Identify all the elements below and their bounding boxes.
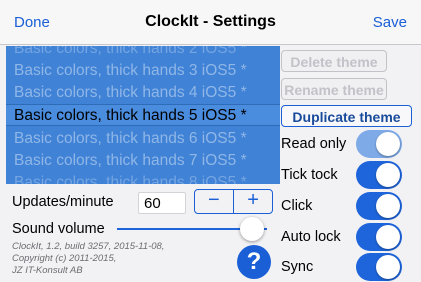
toggle-knob bbox=[376, 132, 400, 156]
duplicate-theme-button[interactable]: Duplicate theme bbox=[281, 105, 412, 127]
updates-per-minute-input[interactable]: 60 bbox=[138, 192, 186, 214]
sound-volume-label: Sound volume bbox=[12, 221, 105, 237]
increment-button[interactable]: + bbox=[234, 190, 272, 213]
picker-row-selected[interactable]: Basic colors, thick hands 5 iOS5 * bbox=[6, 104, 280, 126]
decrement-button[interactable]: − bbox=[195, 190, 233, 213]
save-button[interactable]: Save bbox=[373, 14, 407, 31]
sound-volume-slider-knob[interactable] bbox=[240, 217, 264, 241]
auto-lock-toggle[interactable] bbox=[356, 223, 402, 251]
picker-row[interactable]: Basic colors, thick hands 6 iOS5 * bbox=[6, 128, 280, 150]
rename-theme-button[interactable]: Rename theme bbox=[281, 78, 387, 100]
read-only-toggle[interactable] bbox=[356, 130, 402, 158]
updates-stepper[interactable]: − + bbox=[194, 189, 273, 214]
picker-row[interactable]: Basic colors, thick hands 4 iOS5 * bbox=[6, 82, 280, 104]
delete-theme-button[interactable]: Delete theme bbox=[281, 50, 387, 72]
version-line: ClockIt, 1.2, build 3257, 2015-11-08, bbox=[12, 241, 165, 252]
version-info: ClockIt, 1.2, build 3257, 2015-11-08, Co… bbox=[12, 241, 164, 277]
toggle-knob bbox=[376, 255, 400, 279]
toggle-knob bbox=[376, 225, 400, 249]
page-title: ClockIt - Settings bbox=[145, 13, 276, 30]
tick-tock-toggle[interactable] bbox=[356, 161, 402, 189]
copyright-line: Copyright (c) 2011-2015, bbox=[12, 253, 117, 264]
picker-row[interactable]: Basic colors, thick hands 8 iOS5 * bbox=[6, 172, 280, 184]
click-toggle[interactable] bbox=[356, 192, 402, 220]
read-only-label: Read only bbox=[281, 136, 347, 152]
updates-per-minute-label: Updates/minute bbox=[12, 194, 114, 210]
tick-tock-label: Tick tock bbox=[281, 167, 338, 183]
navigation-bar: Done ClockIt - Settings Save bbox=[0, 0, 421, 45]
auto-lock-label: Auto lock bbox=[281, 229, 341, 245]
help-icon[interactable]: ? bbox=[237, 245, 271, 279]
picker-row[interactable]: Basic colors, thick hands 7 iOS5 * bbox=[6, 150, 280, 172]
sync-label: Sync bbox=[281, 259, 314, 275]
theme-picker[interactable]: Basic colors, thick hands 2 iOS5 * Basic… bbox=[6, 46, 280, 184]
sync-toggle[interactable] bbox=[356, 253, 402, 281]
picker-row[interactable]: Basic colors, thick hands 2 iOS5 * bbox=[6, 46, 280, 60]
picker-row[interactable]: Basic colors, thick hands 3 iOS5 * bbox=[6, 60, 280, 82]
toggle-knob bbox=[376, 194, 400, 218]
company-line: JZ IT-Konsult AB bbox=[12, 265, 83, 276]
click-label: Click bbox=[281, 198, 313, 214]
toggle-knob bbox=[376, 163, 400, 187]
